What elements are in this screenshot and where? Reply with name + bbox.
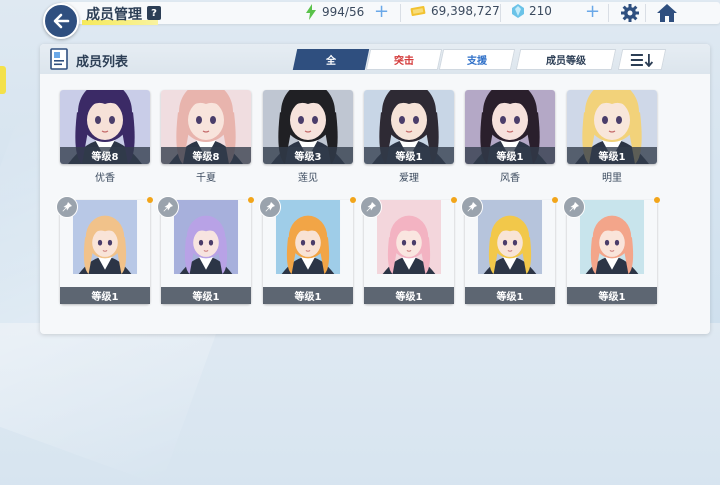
member-level: 等级1: [567, 147, 657, 164]
favorite-pin-icon: [163, 202, 173, 212]
divider: [500, 4, 501, 22]
credit-value: 69,398,727: [431, 4, 500, 18]
member-name: 明里: [602, 173, 622, 184]
home-button[interactable]: [656, 3, 678, 27]
favorite-pin-icon: [569, 202, 579, 212]
member-level: 等级1: [60, 287, 150, 304]
home-icon: [657, 4, 677, 22]
member-card[interactable]: 等级8: [161, 90, 251, 164]
member-card[interactable]: 等级1: [563, 196, 660, 304]
add-gem-button[interactable]: +: [585, 3, 600, 21]
credit-counter: 69,398,727: [410, 4, 500, 18]
member-level: 等级1: [465, 287, 555, 304]
panel-header: 成员列表 全 突击 支援 成员等级: [40, 44, 710, 74]
member-level: 等级8: [161, 147, 251, 164]
new-indicator: [451, 197, 457, 203]
favorite-pin-button[interactable]: [56, 196, 78, 218]
gem-icon: [512, 4, 524, 18]
favorite-pin-button[interactable]: [563, 196, 585, 218]
new-indicator: [248, 197, 254, 203]
add-stamina-button[interactable]: +: [374, 3, 389, 21]
stamina-counter: 994/56: [305, 4, 364, 20]
member-card[interactable]: 等级1: [364, 90, 454, 164]
tab-special[interactable]: 支援: [438, 49, 516, 70]
new-indicator: [654, 197, 660, 203]
member-card[interactable]: 等级1: [360, 196, 457, 304]
top-bar: 成员管理 ? 994/56 + 69,398,727 210 +: [0, 0, 720, 39]
favorite-pin-button[interactable]: [157, 196, 179, 218]
page-title: 成员管理: [86, 7, 142, 23]
favorite-pin-icon: [265, 202, 275, 212]
favorite-pin-icon: [366, 202, 376, 212]
member-card[interactable]: 等级3: [263, 90, 353, 164]
sort-label: 成员等级: [546, 56, 586, 67]
new-indicator: [552, 197, 558, 203]
divider: [645, 4, 646, 22]
credit-icon: [410, 5, 426, 17]
member-card[interactable]: 等级1: [461, 196, 558, 304]
sort-dropdown[interactable]: 成员等级: [515, 49, 617, 70]
member-name: 优香: [95, 173, 115, 184]
back-button[interactable]: [43, 3, 79, 39]
tab-all[interactable]: 全: [292, 49, 370, 70]
favorite-pin-icon: [467, 202, 477, 212]
favorite-pin-button[interactable]: [461, 196, 483, 218]
member-card[interactable]: 等级8: [60, 90, 150, 164]
member-card[interactable]: 等级1: [259, 196, 356, 304]
member-name: 千夏: [196, 173, 216, 184]
favorite-pin-button[interactable]: [360, 196, 382, 218]
sort-order-icon: [631, 53, 654, 67]
settings-button[interactable]: [620, 3, 640, 27]
back-icon: [53, 13, 70, 29]
new-indicator: [350, 197, 356, 203]
tab-special-label: 支援: [467, 56, 487, 67]
sort-order-button[interactable]: [617, 49, 667, 70]
member-level: 等级1: [364, 147, 454, 164]
member-list-icon: [50, 48, 68, 70]
tab-all-label: 全: [326, 56, 336, 67]
side-tab[interactable]: [0, 66, 6, 94]
member-name: 莲见: [298, 173, 318, 184]
member-card[interactable]: 等级1: [465, 90, 555, 164]
filter-tabs: 全 突击 支援: [292, 49, 516, 70]
member-level: 等级8: [60, 147, 150, 164]
gem-value: 210: [529, 4, 552, 18]
stamina-value: 994/56: [322, 5, 365, 19]
panel-title: 成员列表: [76, 55, 129, 70]
help-button[interactable]: ?: [147, 6, 161, 20]
member-card[interactable]: 等级1: [567, 90, 657, 164]
member-level: 等级1: [161, 287, 251, 304]
member-level: 等级3: [263, 147, 353, 164]
member-card[interactable]: 等级1: [56, 196, 153, 304]
gear-icon: [621, 4, 639, 22]
member-name: 风香: [500, 173, 520, 184]
tab-striker[interactable]: 突击: [365, 49, 443, 70]
favorite-pin-button[interactable]: [259, 196, 281, 218]
member-level: 等级1: [465, 147, 555, 164]
divider: [400, 4, 401, 22]
member-card[interactable]: 等级1: [157, 196, 254, 304]
gem-counter: 210: [512, 4, 552, 18]
stamina-icon: [305, 4, 317, 20]
divider: [608, 4, 609, 22]
member-level: 等级1: [364, 287, 454, 304]
member-level: 等级1: [567, 287, 657, 304]
tab-striker-label: 突击: [394, 56, 414, 67]
member-level: 等级1: [263, 287, 353, 304]
member-name: 爱理: [399, 173, 419, 184]
favorite-pin-icon: [62, 202, 72, 212]
new-indicator: [147, 197, 153, 203]
